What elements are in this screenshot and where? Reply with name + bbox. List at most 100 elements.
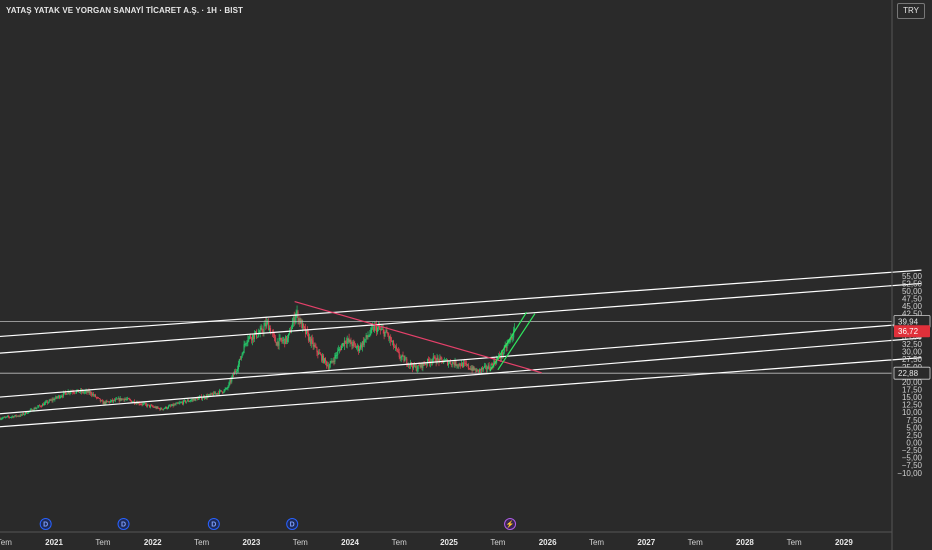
candle-body: [84, 391, 86, 393]
candle-body: [87, 390, 89, 393]
price-label: 36,72: [898, 327, 919, 336]
candle-body: [98, 398, 100, 399]
candle-body: [145, 403, 147, 405]
candle-body: [47, 402, 49, 404]
candle-body: [92, 394, 94, 396]
candle-body: [357, 345, 359, 348]
candle-body: [82, 390, 84, 393]
candle-body: [115, 398, 117, 400]
candle-body: [380, 329, 382, 330]
x-tick-label: Tem: [293, 538, 308, 547]
channel-line[interactable]: [0, 269, 922, 338]
uptrend-trend-line[interactable]: [489, 311, 528, 372]
candle-body: [453, 363, 455, 366]
candle-body: [348, 338, 350, 342]
candle-body: [51, 399, 53, 401]
candle-body: [248, 336, 250, 341]
candle-body: [43, 404, 45, 406]
candle-body: [100, 400, 102, 402]
candle-body: [343, 340, 345, 346]
candle-body: [391, 341, 393, 343]
candle-body: [253, 334, 255, 340]
candle-body: [110, 400, 112, 403]
candle-body: [286, 336, 288, 342]
candle-body: [6, 416, 8, 418]
x-tick-label: Tem: [688, 538, 703, 547]
candle-body: [201, 398, 203, 400]
candle-body: [260, 327, 262, 330]
candle-body: [454, 360, 456, 366]
candle-body: [461, 362, 463, 367]
candle-body: [99, 398, 101, 402]
candle-body: [43, 403, 45, 406]
candle-body: [316, 347, 318, 353]
candle-body: [241, 353, 243, 357]
candle-body: [65, 392, 67, 395]
candle-body: [402, 355, 404, 357]
time-axis[interactable]: Tem 2021 Tem 2022 Tem 2023 Tem 2024 Tem 2025 Tem 20…: [0, 531, 892, 547]
candle-body: [455, 360, 457, 366]
candle-body: [324, 358, 326, 362]
price-chart[interactable]: 55,0052,5050,0047,5045,0042,5040,0037,50…: [0, 0, 932, 550]
candle-body: [53, 399, 55, 401]
candle-body: [360, 344, 362, 348]
candle-body: [14, 415, 16, 417]
candle-body: [427, 358, 429, 365]
candle-body: [476, 369, 478, 372]
candle-body: [257, 333, 259, 337]
x-tick-label: Tem: [490, 538, 505, 547]
candle-body: [40, 405, 42, 407]
candle-body: [296, 311, 298, 313]
candle-body: [247, 340, 249, 342]
candle-body: [399, 357, 401, 359]
candle-body: [17, 415, 19, 417]
price-axis[interactable]: 55,0052,5050,0047,5045,0042,5040,0037,50…: [891, 0, 931, 550]
candle-body: [220, 390, 222, 392]
candle-body: [26, 413, 28, 414]
candle-body: [328, 367, 330, 369]
candle-body: [224, 389, 226, 390]
candle-body: [467, 364, 469, 369]
candle-body: [105, 401, 107, 404]
channel-line[interactable]: [0, 322, 922, 398]
candle-body: [400, 356, 402, 359]
candle-body: [447, 362, 449, 365]
candle-body: [50, 399, 52, 401]
candle-body: [171, 404, 173, 406]
candle-body: [143, 403, 145, 405]
candle-body: [448, 361, 450, 363]
candle-body: [406, 358, 408, 365]
candle-body: [308, 337, 310, 341]
candle-body: [127, 398, 129, 400]
candle-body: [335, 355, 337, 356]
channel-line[interactable]: [0, 282, 922, 354]
candle-body: [60, 396, 62, 397]
candle-body: [125, 399, 127, 400]
candle-body: [186, 400, 188, 402]
candle-body: [437, 357, 439, 360]
candle-body: [331, 360, 333, 362]
candle-body: [41, 406, 43, 408]
x-tick-label: Tem: [392, 538, 407, 547]
dividend-badge-label: D: [211, 522, 216, 529]
candle-body: [292, 317, 294, 324]
candle-body: [212, 394, 214, 396]
candle-body: [274, 336, 276, 343]
candle-body: [306, 330, 308, 334]
candle-body: [159, 408, 161, 410]
candle-body: [386, 330, 388, 334]
candle-body: [187, 400, 189, 402]
candle-body: [55, 396, 57, 399]
candle-body: [325, 361, 327, 366]
downtrend-trend-line[interactable]: [294, 301, 542, 374]
candle-body: [291, 323, 293, 330]
candle-body: [179, 402, 181, 404]
uptrend-trend-line[interactable]: [497, 313, 536, 371]
candle-body: [114, 399, 116, 401]
candle-body: [25, 412, 27, 414]
candle-body: [452, 362, 454, 364]
candle-body: [73, 392, 75, 394]
candle-body: [352, 341, 354, 347]
candle-body: [20, 414, 22, 417]
candle-body: [239, 358, 241, 360]
